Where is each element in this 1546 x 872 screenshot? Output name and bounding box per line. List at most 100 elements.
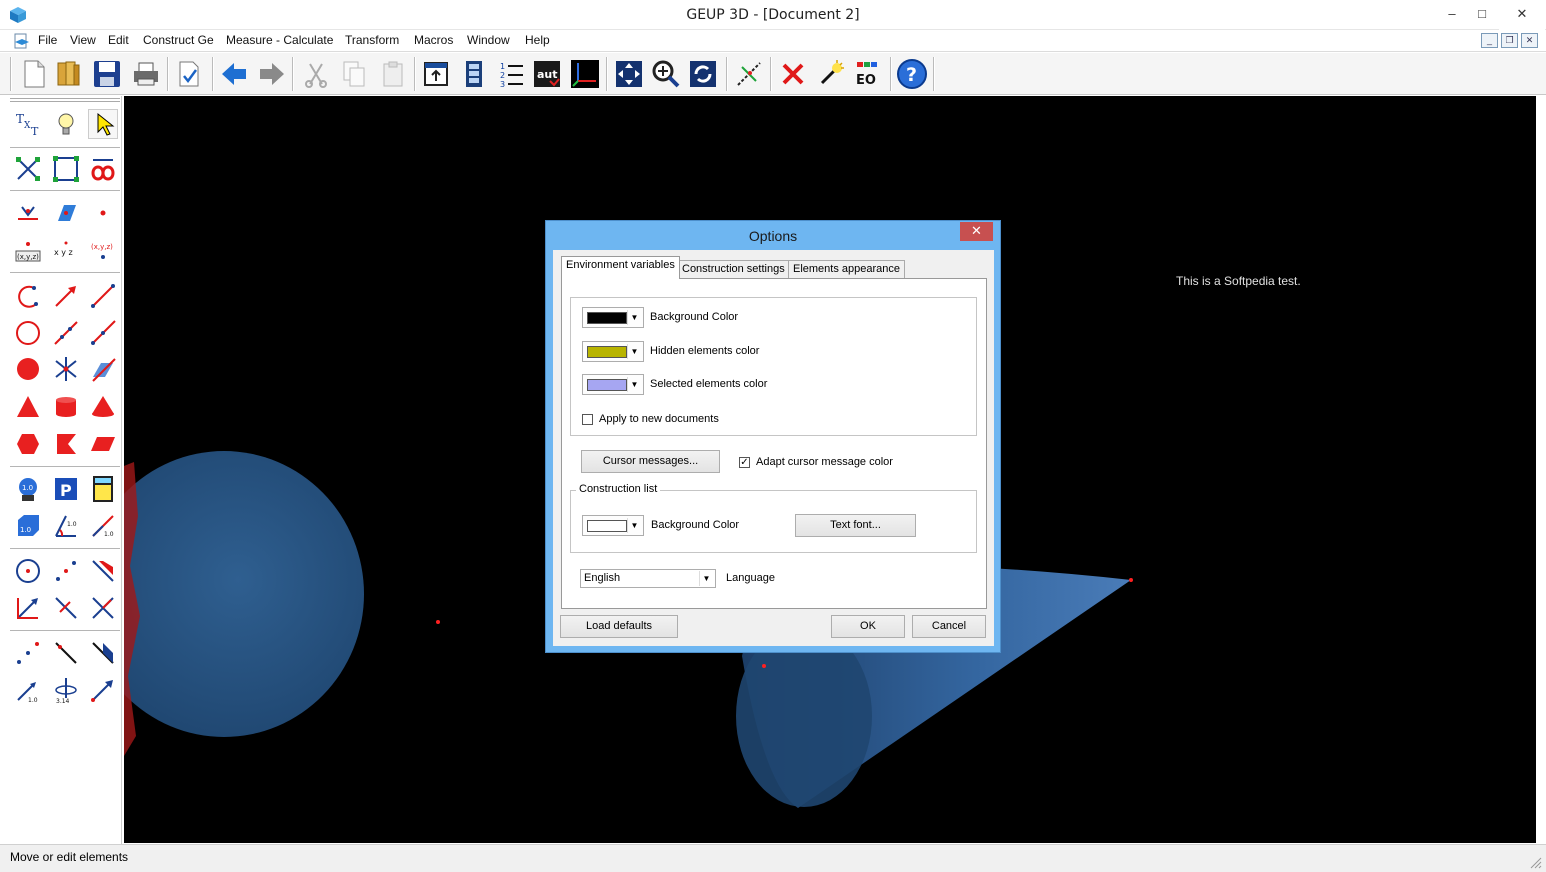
cancel-button[interactable]: Cancel (912, 615, 986, 638)
line-icon[interactable] (51, 318, 81, 348)
tab-construction-settings[interactable]: Construction settings (677, 260, 790, 280)
zoom-icon[interactable] (650, 58, 682, 90)
undo-arrow-icon[interactable] (218, 58, 250, 90)
circle-icon[interactable] (13, 318, 43, 348)
new-document-icon[interactable] (18, 58, 50, 90)
plane-point-icon[interactable] (51, 198, 81, 228)
select-pointer-icon[interactable] (88, 109, 118, 139)
menu-help[interactable]: Help (525, 33, 550, 47)
apply-new-docs-checkbox[interactable] (582, 414, 593, 425)
fit-view-icon[interactable] (613, 58, 645, 90)
segment-icon[interactable] (88, 281, 118, 311)
xyz-label-icon[interactable]: (x,y,z) (88, 236, 118, 266)
rotation-axis-icon[interactable]: 3.14 (51, 675, 81, 705)
menu-file[interactable]: File (38, 33, 57, 47)
length-measure-icon[interactable]: 1.0 (88, 511, 118, 541)
list-background-color-picker[interactable]: ▼ (582, 515, 644, 536)
calculator-icon[interactable] (88, 474, 118, 504)
xyz-point-icon[interactable]: (x,y,z) (13, 236, 43, 266)
auto-mode-icon[interactable]: aut (531, 58, 563, 90)
mdi-minimize-button[interactable]: _ (1481, 33, 1498, 48)
mdi-close-button[interactable]: ✕ (1521, 33, 1538, 48)
menu-window[interactable]: Window (467, 33, 510, 47)
resize-grip-icon[interactable] (1530, 857, 1542, 869)
cylinder-icon[interactable] (51, 392, 81, 422)
open-folder-icon[interactable] (52, 58, 84, 90)
text-font-button[interactable]: Text font... (795, 514, 916, 537)
save-icon[interactable] (91, 58, 123, 90)
ray-icon[interactable] (88, 318, 118, 348)
ok-button[interactable]: OK (831, 615, 905, 638)
arc-icon[interactable] (13, 281, 43, 311)
tab-elements-appearance[interactable]: Elements appearance (788, 260, 906, 280)
measure-distance-icon[interactable]: 1.0 (13, 474, 43, 504)
menu-construct[interactable]: Construct Ge (143, 33, 214, 47)
film-animation-icon[interactable] (458, 58, 490, 90)
numbered-list-icon[interactable]: 123 (496, 58, 528, 90)
reflection-icon[interactable] (88, 556, 118, 586)
menu-edit[interactable]: Edit (108, 33, 129, 47)
print-icon[interactable] (130, 58, 162, 90)
text-tool-icon[interactable]: TXT (13, 109, 43, 139)
trace-icon[interactable] (733, 58, 765, 90)
dialog-close-button[interactable]: ✕ (960, 222, 993, 241)
pyramid-icon[interactable] (13, 392, 43, 422)
vector-sum-icon[interactable] (88, 675, 118, 705)
vector-icon[interactable] (51, 281, 81, 311)
menu-view[interactable]: View (70, 33, 96, 47)
rotate-view-icon[interactable] (687, 58, 719, 90)
background-color-picker[interactable]: ▼ (582, 307, 644, 328)
polygon-icon[interactable] (13, 429, 43, 459)
tab-environment-variables[interactable]: Environment variables (561, 256, 680, 279)
parameter-p-icon[interactable]: P (51, 474, 81, 504)
minimize-button[interactable]: – (1437, 0, 1467, 30)
cut-icon[interactable] (300, 58, 332, 90)
xyz-coords-icon[interactable]: x y z (51, 236, 81, 266)
copy-icon[interactable] (338, 58, 370, 90)
polygon-points-icon[interactable] (51, 154, 81, 184)
plane-section-icon[interactable] (88, 354, 118, 384)
cone-icon[interactable] (88, 392, 118, 422)
free-point-icon[interactable] (88, 198, 118, 228)
light-icon[interactable] (815, 58, 847, 90)
menu-measure[interactable]: Measure - Calculate (226, 33, 333, 47)
point-plane-icon[interactable] (13, 198, 43, 228)
bulb-hint-icon[interactable] (51, 109, 81, 139)
maximize-button[interactable]: □ (1467, 0, 1497, 30)
point-on-object-icon[interactable] (13, 154, 43, 184)
adapt-cursor-checkbox[interactable]: ✓ (739, 457, 750, 468)
paste-icon[interactable] (377, 58, 409, 90)
curve-locus-icon[interactable] (88, 154, 118, 184)
dilation-icon[interactable] (13, 638, 43, 668)
print-preview-icon[interactable] (173, 58, 205, 90)
hidden-color-picker[interactable]: ▼ (582, 341, 644, 362)
parallelogram-icon[interactable] (88, 429, 118, 459)
sphere-icon[interactable] (13, 354, 43, 384)
window-view-icon[interactable] (420, 58, 452, 90)
mdi-restore-button[interactable]: ❐ (1501, 33, 1518, 48)
midpoint-icon[interactable] (51, 556, 81, 586)
vector-scale-icon[interactable]: 1.0 (13, 675, 43, 705)
diagonal-prism-icon[interactable] (88, 638, 118, 668)
cursor-messages-button[interactable]: Cursor messages... (581, 450, 720, 473)
perpendicular-icon[interactable] (88, 593, 118, 623)
symmetry-icon[interactable] (51, 593, 81, 623)
eo-labels-icon[interactable]: EO (852, 58, 884, 90)
axes-icon[interactable] (569, 58, 601, 90)
circle-center-icon[interactable] (13, 556, 43, 586)
language-select[interactable]: English ▼ (580, 569, 716, 588)
selected-color-picker[interactable]: ▼ (582, 374, 644, 395)
delete-icon[interactable] (777, 58, 809, 90)
polyline-shape-icon[interactable] (51, 429, 81, 459)
parallel-line-icon[interactable] (51, 638, 81, 668)
help-icon[interactable]: ? (896, 58, 928, 90)
close-button[interactable]: ✕ (1499, 0, 1545, 30)
intersection-icon[interactable] (51, 354, 81, 384)
redo-arrow-icon[interactable] (256, 58, 288, 90)
angle-measure-icon[interactable]: 1.0 (51, 511, 81, 541)
menu-macros[interactable]: Macros (414, 33, 453, 47)
load-defaults-button[interactable]: Load defaults (560, 615, 678, 638)
translation-icon[interactable] (13, 593, 43, 623)
menu-transform[interactable]: Transform (345, 33, 399, 47)
volume-measure-icon[interactable]: 1.0 (13, 511, 43, 541)
